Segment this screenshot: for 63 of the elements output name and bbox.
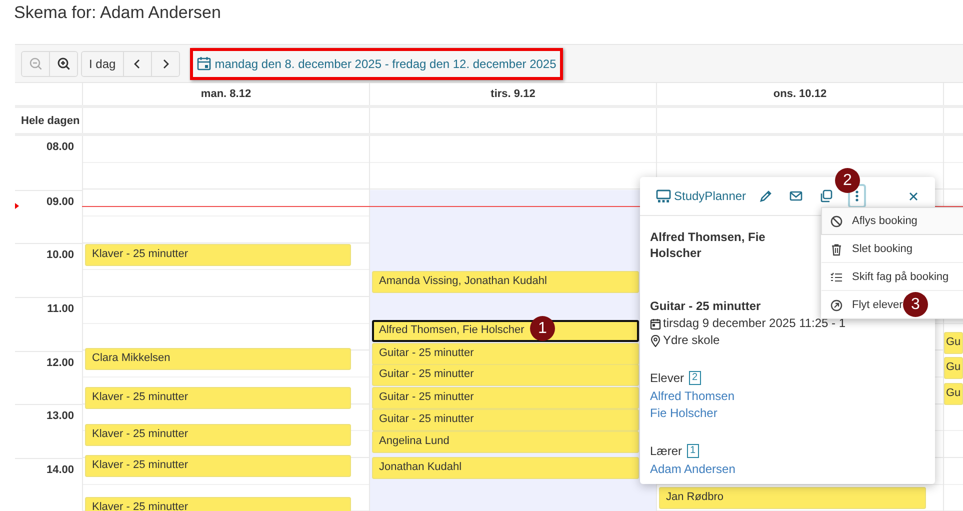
calendar-event[interactable]: Guitar - 25 minutter: [372, 386, 639, 409]
day-header: man. 8.12: [200, 88, 252, 100]
calendar-event[interactable]: Gu: [944, 357, 963, 380]
menu-item[interactable]: Slet booking: [821, 235, 963, 263]
envelope-icon: [789, 189, 804, 203]
calendar-event[interactable]: Clara Mikkelsen: [85, 348, 351, 370]
hour-label: 12.00: [46, 356, 74, 369]
person-link[interactable]: Alfred Thomsen: [650, 388, 734, 405]
close-icon: [908, 190, 918, 202]
trash-icon: [830, 242, 843, 256]
current-time-marker: [15, 202, 19, 209]
calendar-event[interactable]: Jonathan Kudahl: [372, 457, 639, 480]
calendar-event[interactable]: Klaver - 25 minutter: [85, 387, 351, 410]
zoom-in-button[interactable]: [49, 52, 77, 76]
more-icon: [855, 190, 860, 202]
calendar-event[interactable]: Jan Rødbro: [659, 486, 926, 509]
section-heading: Elever: [650, 371, 684, 385]
calendar-event[interactable]: Klaver - 25 minutter: [85, 496, 351, 511]
next-button[interactable]: [150, 52, 179, 76]
app-link[interactable]: StudyPlanner: [656, 186, 746, 206]
zoom-out-icon: [29, 57, 42, 70]
calendar-event[interactable]: Guitar - 25 minutter: [372, 364, 639, 386]
menu-item[interactable]: Skift fag på booking: [821, 263, 963, 291]
menu-item[interactable]: Aflys booking: [821, 207, 963, 235]
location-pin-icon: [650, 334, 661, 346]
booking-title: Alfred Thomsen, Fie Holscher: [650, 229, 766, 261]
prohibited-icon: [830, 214, 843, 228]
hour-label: 13.00: [46, 410, 74, 422]
day-header: tirs. 9.12: [490, 88, 536, 100]
section-heading: Lærer: [650, 444, 682, 458]
calendar-event[interactable]: Angelina Lund: [372, 431, 639, 454]
calendar-event[interactable]: Klaver - 25 minutter: [85, 244, 351, 266]
booking-subject: Guitar - 25 minutter: [650, 298, 761, 314]
count-badge: 2: [689, 371, 701, 385]
booking-location: Ydre skole: [663, 332, 720, 349]
calendar-event[interactable]: Klaver - 25 minutter: [85, 424, 351, 446]
checklist-icon: [830, 270, 843, 284]
copy-icon: [819, 189, 834, 203]
calendar-event[interactable]: Gu: [944, 332, 963, 354]
person-link[interactable]: Adam Andersen: [650, 461, 736, 478]
date-range-button[interactable]: mandag den 8. december 2025 - fredag den 12. december 2025: [190, 48, 564, 80]
hour-label: 11.00: [47, 302, 74, 315]
hour-label: 10.00: [46, 249, 74, 262]
calendar-event[interactable]: Gu: [944, 382, 963, 405]
calendar-event[interactable]: Guitar - 25 minutter: [372, 408, 639, 431]
calendar-icon: [196, 56, 211, 71]
calendar-event[interactable]: Guitar - 25 minutter: [372, 342, 639, 365]
day-header: ons. 10.12: [773, 88, 827, 100]
pencil-icon: [759, 189, 774, 203]
calendar-icon: [650, 318, 661, 330]
person-link[interactable]: Fie Holscher: [650, 405, 718, 422]
calendar-event[interactable]: Amanda Vissing, Jonathan Kudahl: [372, 271, 639, 294]
calendar-event[interactable]: Klaver - 25 minutter: [85, 454, 351, 477]
page-title: Skema for: Adam Andersen: [14, 3, 221, 22]
step-marker: 2: [835, 168, 860, 193]
zoom-in-icon: [57, 57, 70, 70]
all-day-label: Hele dagen: [20, 114, 81, 128]
hour-label: 09.00: [46, 196, 74, 208]
arrow-circle-icon: [830, 298, 843, 312]
count-badge: 1: [687, 444, 699, 458]
hour-label: 14.00: [46, 464, 74, 476]
hour-label: 08.00: [46, 141, 74, 153]
table-icon: [656, 189, 671, 203]
